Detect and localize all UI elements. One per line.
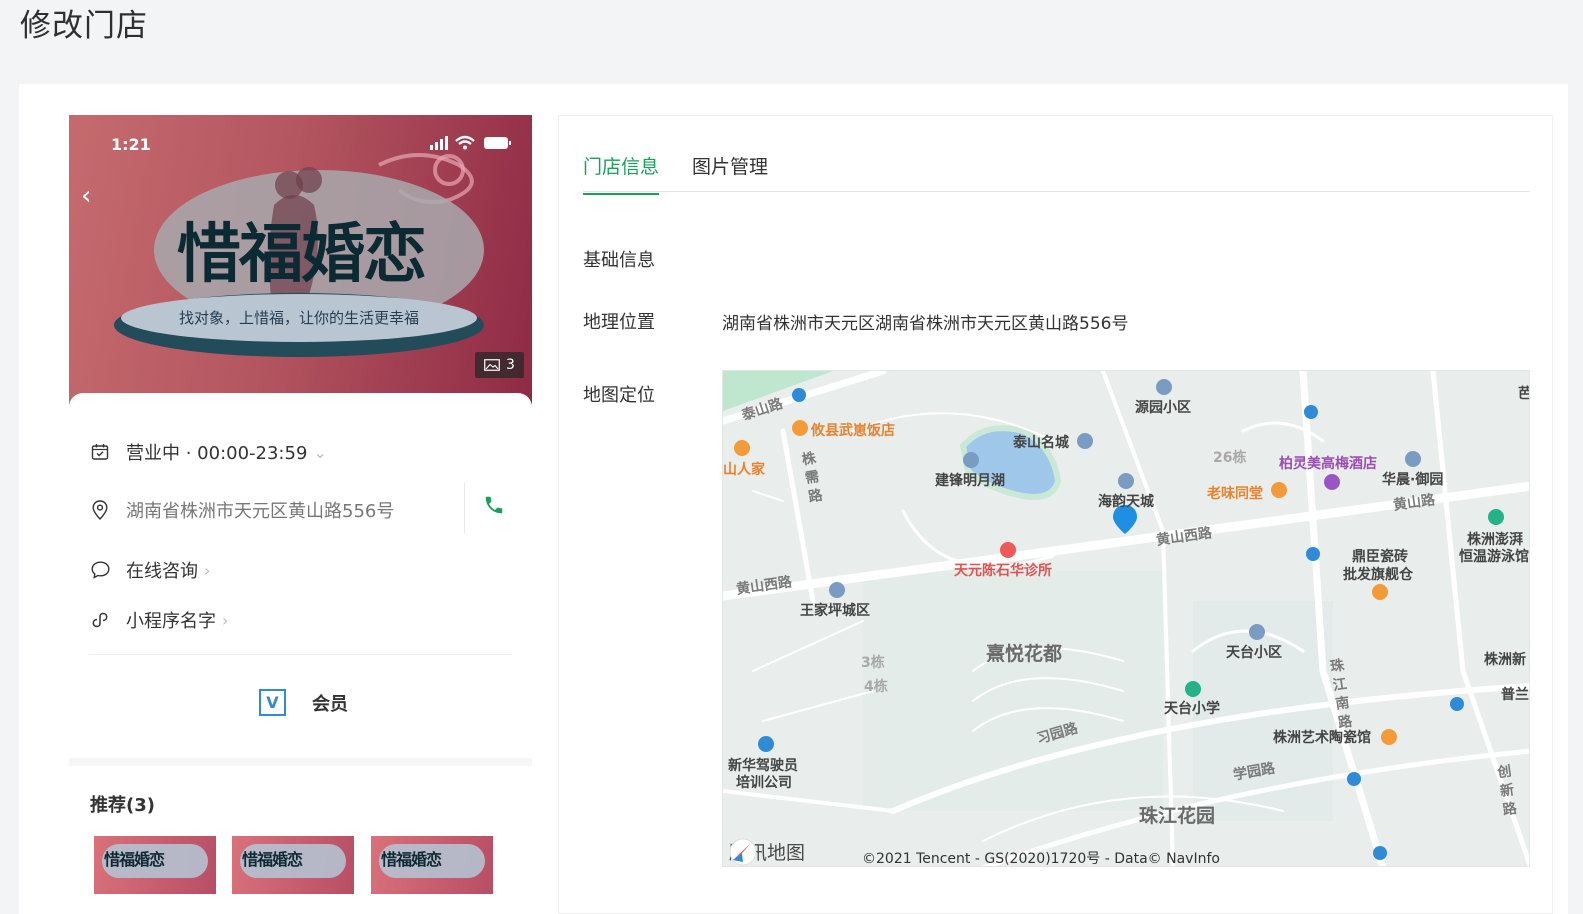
map-label-poi: 珠江花园 <box>1139 805 1216 827</box>
recommend-thumbnail[interactable]: 惜福婚恋 <box>371 836 493 896</box>
map-label-poi: 天台小学 <box>1164 701 1220 717</box>
online-consult-row[interactable]: 在线咨询 › <box>89 557 210 583</box>
map-label-poi: 恒温游泳馆 <box>1459 549 1529 565</box>
tab-bar: 门店信息 图片管理 <box>583 116 1530 195</box>
map-label-poi: 26栋 <box>1213 450 1247 466</box>
map-label-poi: 天台小区 <box>1226 645 1282 661</box>
business-hours-row[interactable]: 营业中 · 00:00-23:59 ⌄ <box>89 439 327 465</box>
brand-title: 惜福婚恋 <box>177 218 425 292</box>
divider <box>89 654 512 655</box>
recommend-section: 推荐(3) 惜福婚恋 惜福婚恋 惜福婚恋 <box>69 766 532 914</box>
recommend-thumbnail[interactable]: 惜福婚恋 <box>94 836 216 896</box>
thumbnail-text: 惜福婚恋 <box>104 850 165 869</box>
tab-store-info[interactable]: 门店信息 <box>583 152 660 195</box>
image-icon <box>484 359 500 371</box>
map-label-poi: 泰山名城 <box>1013 435 1069 451</box>
business-status: 营业中 · 00:00-23:59 <box>126 443 308 464</box>
map-label-poi: 批发旗舰仓 <box>1343 567 1413 583</box>
chevron-right-icon: › <box>222 610 229 630</box>
mini-program-icon <box>89 609 111 631</box>
map-label-poi: 株洲新 <box>1484 652 1526 668</box>
map-label: 地图定位 <box>583 385 655 406</box>
recommend-title: 推荐(3) <box>90 795 155 816</box>
store-hero-image: 1:21 ‹ 惜福婚恋 找对象，上惜福，让你的生活更幸福 3 <box>69 115 532 405</box>
map-label-poi: 山人家 <box>723 462 765 478</box>
member-entry[interactable]: V 会员 <box>259 689 348 716</box>
map-label-poi: 培训公司 <box>736 775 792 791</box>
tab-image-management[interactable]: 图片管理 <box>692 152 768 193</box>
map-label-poi: 源园小区 <box>1135 400 1191 416</box>
tencent-map-logo-icon <box>729 838 757 866</box>
chat-bubble-icon <box>89 559 111 581</box>
map-label-poi: 攸县武崽饭店 <box>811 423 895 439</box>
mini-program-row[interactable]: 小程序名字 › <box>89 607 228 633</box>
map-label-poi: 天元陈石华诊所 <box>954 563 1052 579</box>
map-view[interactable]: 源园小区 泰山名城 建锋明月湖 海韵天城 26栋 柏灵美高梅酒店 华晨·御园 老… <box>722 370 1530 867</box>
photo-count-badge[interactable]: 3 <box>475 352 524 378</box>
store-edit-panel: 门店信息 图片管理 基础信息 地理位置 湖南省株洲市天元区湖南省株洲市天元区黄山… <box>558 115 1553 914</box>
map-label-poi: 王家坪城区 <box>800 603 870 619</box>
thumbnail-text: 惜福婚恋 <box>381 850 442 869</box>
map-label-poi: 熹悦花都 <box>986 643 1063 665</box>
brand-slogan: 找对象，上惜福，让你的生活更幸福 <box>179 309 419 327</box>
chevron-right-icon: › <box>204 560 211 580</box>
brand-logo: 惜福婚恋 找对象，上惜福，让你的生活更幸福 <box>114 153 484 357</box>
map-label-poi: 海韵天城 <box>1098 494 1154 510</box>
member-v-icon: V <box>259 689 286 716</box>
calendar-check-icon <box>89 441 111 463</box>
photo-count: 3 <box>506 357 515 373</box>
online-consult-label: 在线咨询 <box>126 561 198 582</box>
mini-program-label: 小程序名字 <box>126 611 216 632</box>
store-address: 湖南省株洲市天元区黄山路556号 <box>126 501 395 522</box>
map-label-poi: 华晨·御园 <box>1382 472 1444 488</box>
map-label-poi: 鼎臣瓷砖 <box>1352 549 1408 565</box>
location-label: 地理位置 <box>583 312 655 333</box>
map-label-poi: 3栋 <box>861 655 885 671</box>
map-copyright: ©2021 Tencent - GS(2020)1720号 - Data© Na… <box>862 851 1220 867</box>
map-label-poi: 普兰 <box>1501 687 1529 703</box>
address-row[interactable]: 湖南省株洲市天元区黄山路556号 <box>89 497 394 523</box>
map-label-poi: 柏灵美高梅酒店 <box>1279 456 1377 472</box>
location-value: 湖南省株洲市天元区湖南省株洲市天元区黄山路556号 <box>722 314 1129 334</box>
section-basic-info: 基础信息 <box>583 250 655 271</box>
divider <box>464 483 465 533</box>
map-label-poi: 老味同堂 <box>1207 486 1263 502</box>
recommend-thumbnail[interactable]: 惜福婚恋 <box>232 836 354 896</box>
phone-preview: 1:21 ‹ 惜福婚恋 找对象，上惜福，让你的生活更幸福 3 营业中 · 00:… <box>69 115 532 914</box>
thumbnail-text: 惜福婚恋 <box>242 850 303 869</box>
location-pin-icon <box>89 499 111 521</box>
map-label-poi: 建锋明月湖 <box>935 473 1005 489</box>
map-label-poi: 株洲艺术陶瓷馆 <box>1273 730 1371 746</box>
map-label-poi: 芭 <box>1518 383 1529 403</box>
tencent-map-brand[interactable]: 腾讯地图 <box>729 838 805 866</box>
page-title: 修改门店 <box>20 8 148 44</box>
chevron-down-icon: ⌄ <box>313 442 327 462</box>
phone-call-icon[interactable] <box>483 494 505 520</box>
member-label: 会员 <box>312 693 348 715</box>
map-label-poi: 4栋 <box>864 679 888 695</box>
store-info-sheet: 营业中 · 00:00-23:59 ⌄ 湖南省株洲市天元区黄山路556号 在线咨… <box>69 393 532 758</box>
